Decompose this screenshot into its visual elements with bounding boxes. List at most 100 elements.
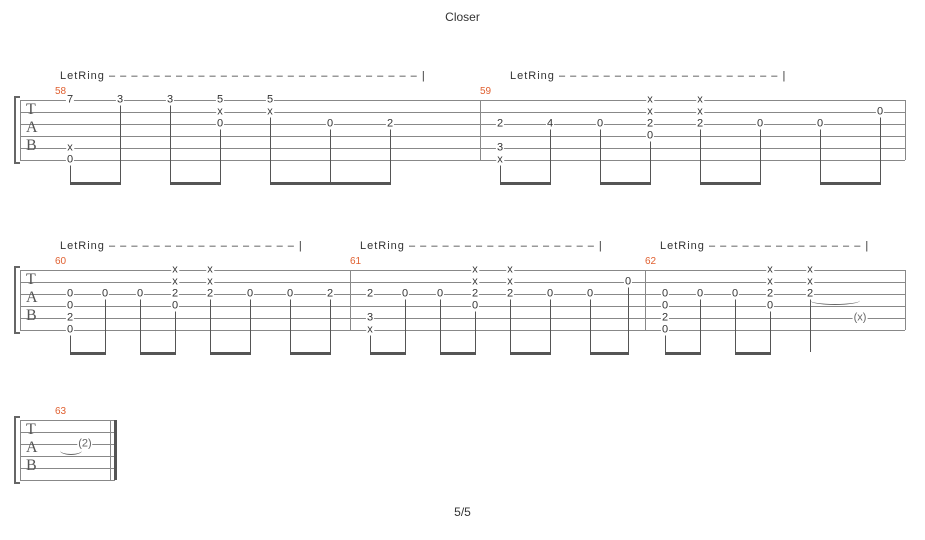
staff-bracket	[14, 96, 20, 98]
barline	[905, 100, 906, 160]
fret-number: 2	[661, 313, 669, 324]
fret-number: 5	[266, 95, 274, 106]
fret-number: x	[171, 265, 179, 276]
fret-number: 0	[216, 119, 224, 130]
barline	[20, 420, 21, 480]
fret-number: x	[766, 277, 774, 288]
fret-number: 0	[624, 277, 632, 288]
fret-number: 3	[116, 95, 124, 106]
fret-number: 0	[596, 119, 604, 130]
note-stem	[120, 105, 121, 182]
note-stem	[650, 141, 651, 182]
barline	[20, 100, 21, 160]
note-stem	[370, 335, 371, 352]
tab-letter-b: B	[26, 457, 37, 475]
tab-letter-t: T	[26, 421, 36, 439]
note-stem	[820, 129, 821, 182]
fret-number: 0	[326, 119, 334, 130]
fret-number: 0	[816, 119, 824, 130]
note-stem	[105, 299, 106, 352]
note-stem	[550, 129, 551, 182]
tab-system: TABLetRing – – – – – – – – – – – – – – –…	[20, 230, 905, 370]
fret-number: 3	[166, 95, 174, 106]
fret-number: 0	[401, 289, 409, 300]
beam	[500, 182, 551, 185]
let-ring-label: LetRing – – – – – – – – – – – – – – – – …	[510, 70, 786, 82]
note-stem	[250, 299, 251, 352]
note-stem	[290, 299, 291, 352]
fret-number: 2	[646, 119, 654, 130]
note-stem	[175, 311, 176, 352]
fret-number: 0	[101, 289, 109, 300]
staff-bracket	[14, 96, 16, 164]
beam	[290, 352, 331, 355]
fret-number: x	[66, 143, 74, 154]
note-stem	[330, 129, 331, 182]
note-stem	[628, 287, 629, 352]
note-stem	[70, 335, 71, 352]
fret-number: 2	[496, 119, 504, 130]
staff-bracket	[14, 162, 20, 164]
beam	[820, 182, 881, 185]
tab-letter-a: A	[26, 119, 38, 137]
note-stem	[760, 129, 761, 182]
measure-number: 62	[645, 256, 656, 267]
note-stem	[220, 129, 221, 182]
beam	[735, 352, 771, 355]
fret-number: 2	[386, 119, 394, 130]
fret-number: 0	[66, 301, 74, 312]
barline	[20, 270, 21, 330]
tab-system: TAB63(2)	[20, 400, 115, 540]
beam	[590, 352, 629, 355]
staff-line	[20, 100, 905, 101]
tab-letter-a: A	[26, 439, 38, 457]
fret-number: 2	[506, 289, 514, 300]
fret-number: x	[766, 265, 774, 276]
fret-number: x	[216, 107, 224, 118]
note-stem	[475, 311, 476, 352]
note-stem	[590, 299, 591, 352]
fret-number: x	[646, 95, 654, 106]
tab-letter-t: T	[26, 101, 36, 119]
fret-number: x	[266, 107, 274, 118]
tab-system: TABLetRing – – – – – – – – – – – – – – –…	[20, 60, 905, 200]
note-stem	[440, 299, 441, 352]
beam	[700, 182, 761, 185]
fret-number: 0	[661, 289, 669, 300]
fret-number: 0	[136, 289, 144, 300]
fret-number: 0	[66, 155, 74, 166]
fret-number: 0	[766, 301, 774, 312]
fret-number: 2	[471, 289, 479, 300]
fret-number: 0	[661, 301, 669, 312]
fret-number: 0	[66, 289, 74, 300]
note-stem	[405, 299, 406, 352]
fret-number: 7	[66, 95, 74, 106]
fret-number: 0	[731, 289, 739, 300]
fret-number: x	[696, 95, 704, 106]
fret-number: 2	[171, 289, 179, 300]
measure-number: 61	[350, 256, 361, 267]
staff-line	[20, 112, 905, 113]
let-ring-label: LetRing – – – – – – – – – – – – – – – – …	[360, 240, 603, 252]
measure-number: 63	[55, 406, 66, 417]
tie	[810, 296, 860, 305]
fret-number: x	[506, 265, 514, 276]
staff-line	[20, 160, 905, 161]
note-stem	[170, 105, 171, 182]
fret-number: 2	[66, 313, 74, 324]
fret-number: x	[471, 265, 479, 276]
fret-number: x	[806, 265, 814, 276]
fret-number: 0	[171, 301, 179, 312]
let-ring-label: LetRing – – – – – – – – – – – – – – – – …	[60, 70, 426, 82]
note-stem	[665, 335, 666, 352]
tab-letter-a: A	[26, 289, 38, 307]
fret-number: 0	[471, 301, 479, 312]
fret-number: x	[496, 155, 504, 166]
barline	[905, 270, 906, 330]
tab-letter-b: B	[26, 307, 37, 325]
measure-number: 59	[480, 86, 491, 97]
note-stem	[700, 129, 701, 182]
beam	[370, 352, 406, 355]
note-stem	[770, 311, 771, 352]
fret-number: x	[696, 107, 704, 118]
